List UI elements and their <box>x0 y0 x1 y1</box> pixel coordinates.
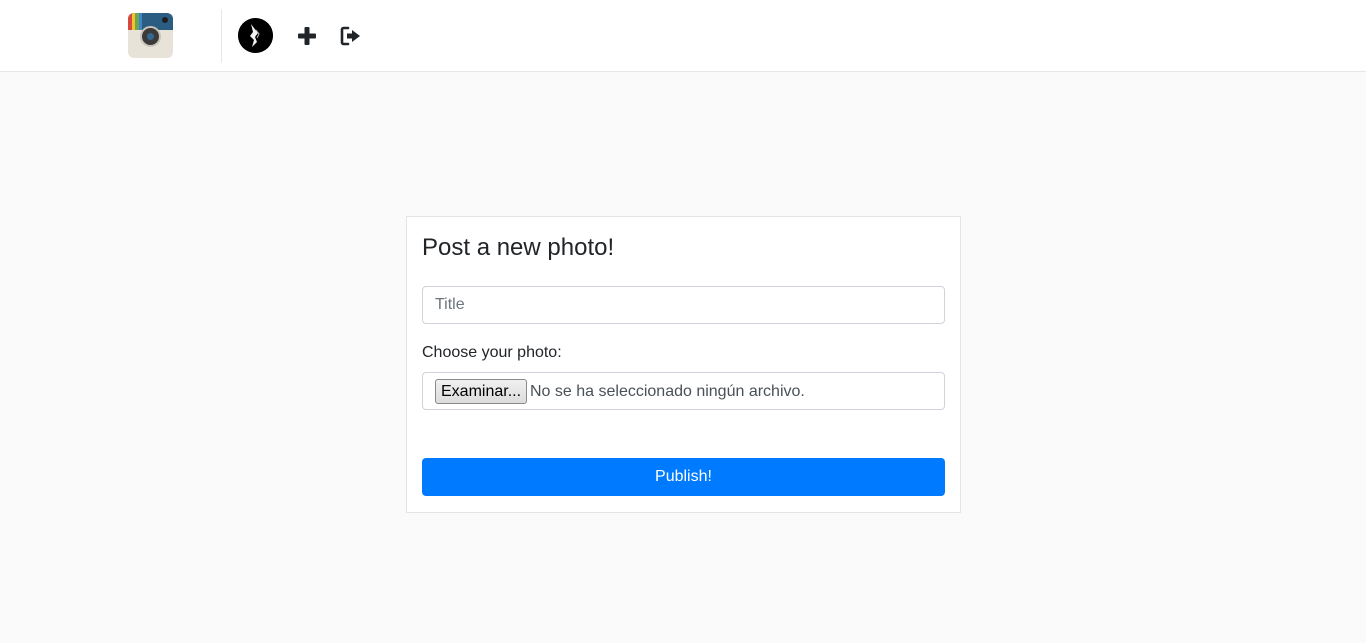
file-status-text: No se ha seleccionado ningún archivo. <box>530 383 805 400</box>
new-photo-form: Post a new photo! Choose your photo: Exa… <box>406 216 961 513</box>
sign-out-icon[interactable] <box>340 25 362 47</box>
publish-button[interactable]: Publish! <box>422 458 945 496</box>
title-input[interactable] <box>422 286 945 324</box>
logo-rainbow-stripes <box>128 13 142 30</box>
logo-flash <box>162 17 168 23</box>
avatar-image <box>238 18 273 53</box>
plus-icon[interactable] <box>296 25 318 47</box>
choose-photo-label: Choose your photo: <box>422 344 562 361</box>
browse-file-button[interactable]: Examinar... <box>435 379 528 404</box>
logo-lens <box>140 26 161 47</box>
camera-app-logo-icon[interactable] <box>128 13 173 58</box>
top-navbar <box>0 0 1366 72</box>
form-heading: Post a new photo! <box>422 234 615 261</box>
navbar-divider <box>221 9 222 63</box>
logo-lens-center <box>147 33 154 40</box>
user-avatar-icon[interactable] <box>238 18 273 53</box>
photo-file-input[interactable]: Examinar... No se ha seleccionado ningún… <box>422 372 945 410</box>
